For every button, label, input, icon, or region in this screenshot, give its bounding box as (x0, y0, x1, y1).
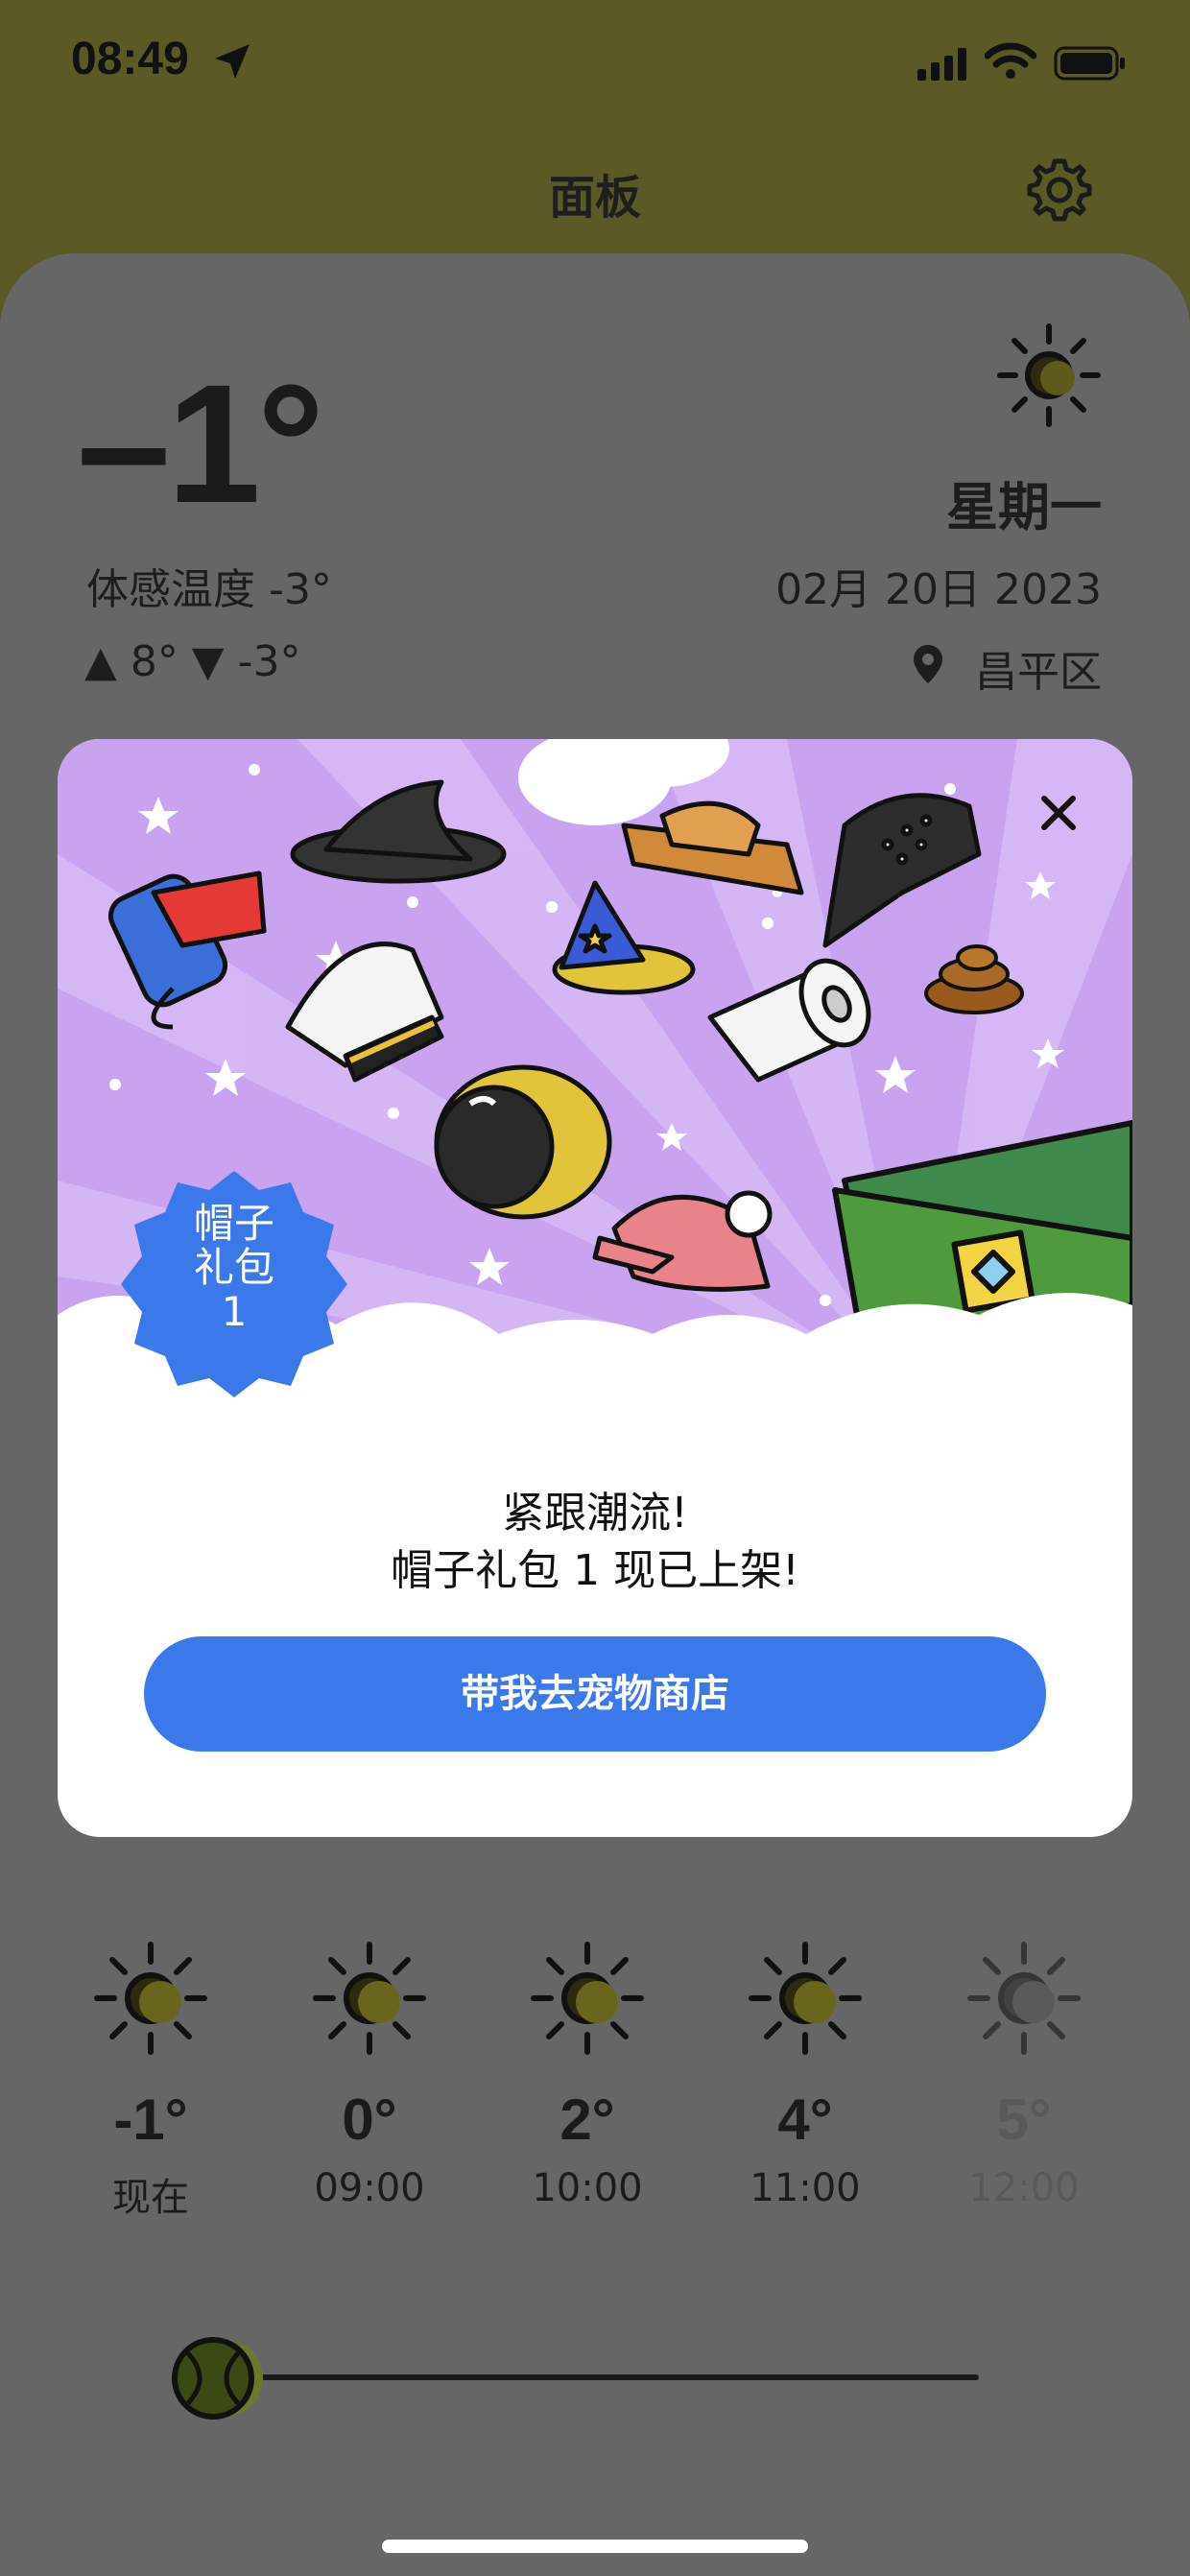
wifi-icon (985, 42, 1036, 79)
sun-icon (94, 1942, 207, 2055)
hourly-time: 现在 (112, 2176, 189, 2220)
promo-headline: 紧跟潮流! (502, 1489, 688, 1538)
date: 02月 20日 2023 (775, 565, 1102, 614)
hourly-item: 5° 12:00 (952, 1939, 1096, 2210)
cellular-signal-icon (917, 48, 966, 81)
sun-icon (531, 1942, 644, 2055)
weekday: 星期一 (946, 477, 1102, 537)
close-icon[interactable] (1035, 789, 1083, 837)
hourly-time: 11:00 (750, 2166, 861, 2210)
tennis-ball-slider-knob-icon[interactable] (169, 2334, 269, 2422)
promo-modal: 帽子礼包 1 紧跟潮流! 帽子礼包 1 现已上架! 带我去宠物商店 (58, 739, 1132, 1837)
hourly-time: 10:00 (532, 2166, 643, 2210)
pack-badge: 帽子礼包 1 (115, 1165, 353, 1403)
feels-like: 体感温度 -3° (86, 565, 332, 614)
current-temperature: –1° (77, 350, 324, 538)
sun-icon (313, 1942, 426, 2055)
location-pin-icon (914, 645, 942, 683)
sun-icon (967, 1942, 1081, 2055)
home-indicator[interactable] (382, 2540, 808, 2553)
location-name: 昌平区 (975, 648, 1102, 697)
hourly-time: 12:00 (968, 2166, 1080, 2210)
hourly-temp: -1° (113, 2087, 188, 2152)
sun-icon (749, 1942, 862, 2055)
hourly-item: 0° 09:00 (298, 1939, 441, 2210)
settings-gear-icon[interactable] (1025, 155, 1094, 225)
go-to-pet-shop-button[interactable]: 带我去宠物商店 (144, 1636, 1046, 1752)
hourly-item: -1° 现在 (79, 1939, 223, 2222)
location-arrow-icon (215, 44, 250, 79)
promo-subline: 帽子礼包 1 现已上架! (391, 1546, 799, 1595)
hourly-item: 4° 11:00 (733, 1939, 877, 2210)
status-time: 08:49 (71, 34, 189, 84)
timeline-track[interactable] (240, 2374, 979, 2380)
sun-icon (997, 323, 1101, 427)
hourly-time: 09:00 (314, 2166, 425, 2210)
high-low: ▲ 8° ▼ -3° (84, 637, 301, 686)
hourly-temp: 0° (342, 2087, 397, 2152)
hourly-item: 2° 10:00 (515, 1939, 659, 2210)
page-title: 面板 (548, 171, 641, 225)
battery-icon (1054, 46, 1125, 81)
badge-text: 帽子礼包 1 (115, 1202, 353, 1334)
status-bar: 08:49 (0, 0, 1190, 134)
badge-label: 帽子礼包 1 (193, 1200, 274, 1335)
hourly-temp: 5° (996, 2087, 1052, 2152)
hourly-temp: 2° (559, 2087, 615, 2152)
hourly-temp: 4° (777, 2087, 833, 2152)
